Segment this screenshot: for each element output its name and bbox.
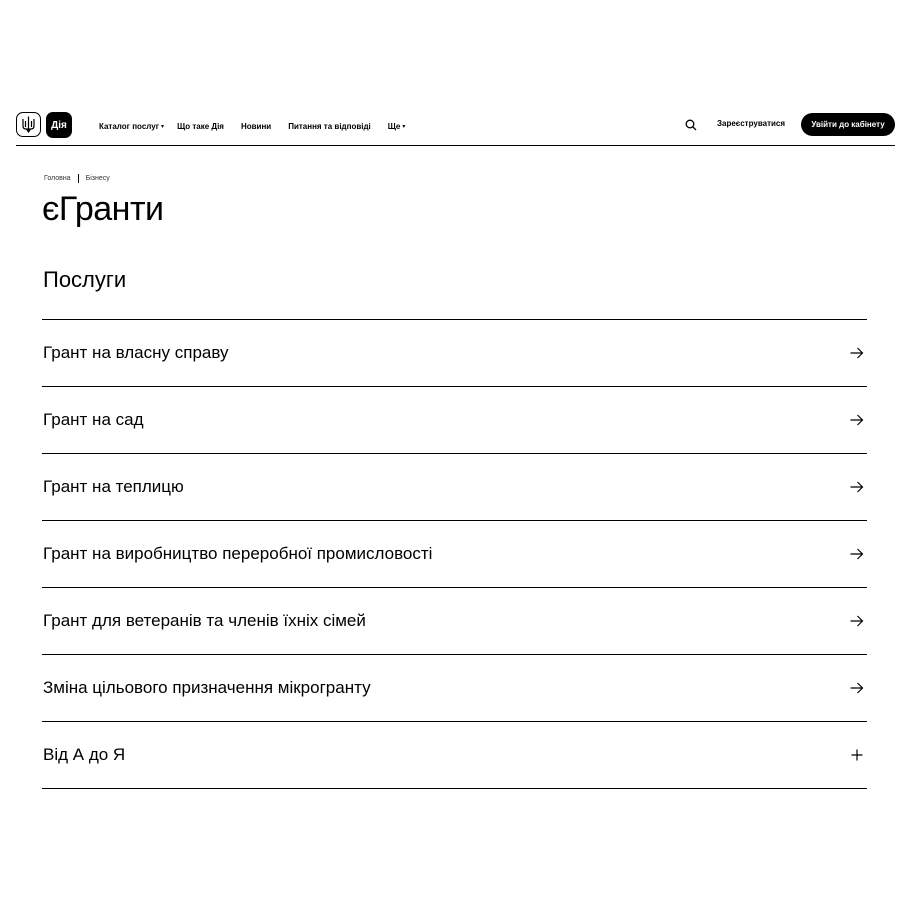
nav-item-label: Що таке Дія bbox=[177, 121, 224, 131]
arrow-right-icon bbox=[849, 479, 865, 495]
main-nav: Каталог послуг ▾ Що таке Дія Новини Пита… bbox=[99, 119, 405, 133]
breadcrumb-separator bbox=[77, 174, 79, 183]
arrow-right-icon bbox=[849, 546, 865, 562]
trident-icon bbox=[22, 116, 35, 133]
nav-item-news[interactable]: Новини bbox=[241, 122, 271, 131]
service-item-garden[interactable]: Грант на сад bbox=[42, 387, 867, 454]
service-label: Грант на теплицю bbox=[43, 477, 184, 496]
services-list: Грант на власну справу Грант на сад Гран… bbox=[42, 319, 867, 789]
diia-logo[interactable]: Дія bbox=[46, 112, 72, 138]
section-title: Послуги bbox=[43, 267, 127, 292]
diia-logo-text: Дія bbox=[51, 119, 67, 131]
login-button[interactable]: Увійти до кабінету bbox=[801, 113, 895, 136]
arrow-right-icon bbox=[849, 412, 865, 428]
service-label: Від А до Я bbox=[43, 745, 126, 764]
service-item-a-to-z[interactable]: Від А до Я bbox=[42, 722, 867, 789]
service-item-processing-industry[interactable]: Грант на виробництво переробної промисло… bbox=[42, 521, 867, 588]
service-item-greenhouse[interactable]: Грант на теплицю bbox=[42, 454, 867, 521]
nav-item-label: Питання та відповіді bbox=[288, 121, 371, 131]
service-label: Грант на виробництво переробної промисло… bbox=[43, 544, 433, 563]
service-item-own-business[interactable]: Грант на власну справу bbox=[42, 320, 867, 387]
breadcrumb-home[interactable]: Головна bbox=[44, 175, 71, 182]
trident-logo-icon[interactable] bbox=[16, 112, 41, 137]
nav-item-catalog[interactable]: Каталог послуг ▾ bbox=[99, 122, 164, 131]
search-button[interactable] bbox=[684, 118, 698, 132]
nav-item-label: Новини bbox=[240, 121, 272, 131]
arrow-right-icon bbox=[849, 345, 865, 361]
register-link[interactable]: Зареєструватися bbox=[717, 119, 785, 128]
arrow-right-icon bbox=[849, 613, 865, 629]
arrow-right-icon bbox=[849, 680, 865, 696]
caret-down-icon: ▾ bbox=[402, 123, 406, 130]
service-label: Грант на сад bbox=[43, 410, 144, 429]
service-label: Зміна цільового призначення мікрогранту bbox=[43, 678, 371, 697]
plus-icon bbox=[849, 747, 865, 763]
nav-item-what-is-diia[interactable]: Що таке Дія bbox=[177, 122, 224, 131]
search-icon bbox=[685, 119, 697, 131]
breadcrumb: Головна Бізнесу bbox=[44, 174, 110, 183]
nav-item-more[interactable]: Ще ▾ bbox=[388, 122, 406, 131]
login-button-label: Увійти до кабінету bbox=[811, 120, 885, 129]
nav-item-label: Ще bbox=[387, 121, 401, 131]
service-label: Грант на власну справу bbox=[43, 343, 229, 362]
nav-item-label: Каталог послуг bbox=[99, 121, 160, 131]
service-item-veterans[interactable]: Грант для ветеранів та членів їхніх сіме… bbox=[42, 588, 867, 655]
site-header: Дія Каталог послуг ▾ Що таке Дія Новини … bbox=[16, 104, 895, 146]
page-title: єГранти bbox=[42, 190, 164, 228]
caret-down-icon: ▾ bbox=[161, 123, 165, 130]
nav-item-faq[interactable]: Питання та відповіді bbox=[288, 122, 371, 131]
service-item-microgrant-change[interactable]: Зміна цільового призначення мікрогранту bbox=[42, 655, 867, 722]
breadcrumb-current[interactable]: Бізнесу bbox=[86, 175, 110, 182]
service-label: Грант для ветеранів та членів їхніх сіме… bbox=[43, 611, 366, 630]
